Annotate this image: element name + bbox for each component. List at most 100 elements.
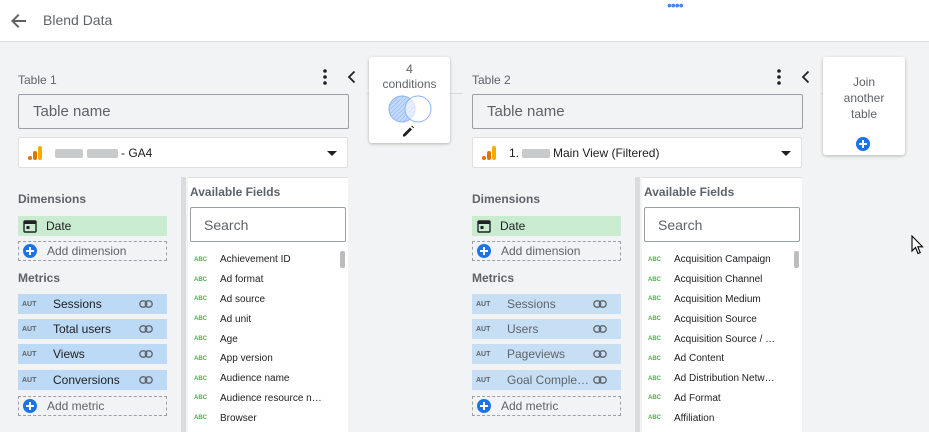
text-type-badge: ABC <box>648 415 661 422</box>
connector-line <box>450 93 463 94</box>
field-label: Acquisition Source / … <box>674 333 776 345</box>
add-dimension-label: Add dimension <box>47 244 127 258</box>
chevron-left-icon[interactable] <box>797 68 815 86</box>
available-fields-panel: Available Fields ABC Acquisition Campaign… <box>642 177 802 432</box>
field-item[interactable]: ABC Age <box>188 329 338 349</box>
scrollbar-thumb[interactable] <box>794 251 799 268</box>
link-icon <box>139 300 153 308</box>
field-label: Acquisition Medium <box>674 293 761 305</box>
field-item[interactable]: ABC App version <box>188 349 338 369</box>
field-label: Ad source <box>220 293 266 305</box>
add-metric-button[interactable]: Add metric <box>18 396 167 416</box>
fields-search-input[interactable] <box>190 207 346 242</box>
join-label-line: another <box>843 91 885 105</box>
field-item[interactable]: ABC Ad source <box>188 290 338 310</box>
text-type-badge: ABC <box>194 355 207 362</box>
metric-label: Total users <box>53 322 112 336</box>
aggregation-badge: AUT <box>22 350 37 358</box>
field-item[interactable]: ABC Ad Format <box>642 389 792 409</box>
google-analytics-icon <box>482 146 496 160</box>
field-item[interactable]: ABC Affiliation <box>642 408 792 428</box>
table-2-panel: Table 2 1. Main View (Filtered) Dimensio… <box>472 57 821 432</box>
more-vert-icon[interactable] <box>773 68 785 86</box>
add-metric-label: Add metric <box>47 399 105 413</box>
scrollbar-thumb[interactable] <box>340 251 345 268</box>
table-1-name-input[interactable] <box>18 94 349 129</box>
add-metric-button[interactable]: Add metric <box>472 396 621 416</box>
field-label: Age <box>220 333 238 345</box>
metric-chip[interactable]: AUT Pageviews <box>472 344 621 364</box>
field-item[interactable]: ABC Ad Content <box>642 349 792 369</box>
mouse-cursor-icon <box>911 235 924 255</box>
panel-resize-handle[interactable] <box>635 177 640 432</box>
field-item[interactable]: ABC Ad format <box>188 270 338 290</box>
metric-label: Sessions <box>53 297 102 311</box>
text-type-badge: ABC <box>194 296 207 303</box>
scrollbar-track[interactable] <box>340 250 345 432</box>
table-1-data-source-select[interactable]: - GA4 <box>18 137 348 168</box>
redacted-source-name <box>522 149 550 158</box>
more-vert-icon[interactable] <box>319 68 331 86</box>
field-label: App version <box>220 353 273 365</box>
text-type-badge: ABC <box>648 316 661 323</box>
field-label: Browser <box>220 412 257 424</box>
metric-chip[interactable]: AUT Users <box>472 319 621 339</box>
metric-chip[interactable]: AUT Conversions <box>18 370 167 390</box>
field-label: Ad unit <box>220 313 252 325</box>
google-analytics-icon <box>28 146 42 160</box>
field-item[interactable]: ABC Acquisition Source <box>642 309 792 329</box>
field-item[interactable]: ABC Acquisition Campaign <box>642 250 792 270</box>
calendar-icon <box>23 220 37 233</box>
text-type-badge: ABC <box>648 336 661 343</box>
dimension-label: Date <box>46 219 72 233</box>
scrollbar-track[interactable] <box>794 250 799 432</box>
drag-handle-icon[interactable]: •••• <box>667 0 684 12</box>
join-conditions-button[interactable]: 4 conditions <box>369 57 450 143</box>
aggregation-badge: AUT <box>476 300 491 308</box>
field-label: Ad Content <box>674 353 725 365</box>
link-icon <box>593 376 607 384</box>
link-icon <box>139 325 153 333</box>
chevron-left-icon[interactable] <box>343 68 361 86</box>
field-item[interactable]: ABC Audience name <box>188 369 338 389</box>
text-type-badge: ABC <box>194 316 207 323</box>
dimension-chip-date[interactable]: Date <box>18 216 167 236</box>
dropdown-arrow-icon <box>327 151 337 156</box>
available-fields-title: Available Fields <box>190 185 281 199</box>
add-dimension-button[interactable]: Add dimension <box>472 241 621 261</box>
metric-chip[interactable]: AUT Sessions <box>472 294 621 314</box>
dropdown-arrow-icon <box>781 151 791 156</box>
field-item[interactable]: ABC Acquisition Channel <box>642 270 792 290</box>
field-item[interactable]: ABC Achievement ID <box>188 250 338 270</box>
field-item[interactable]: ABC Audience resource n… <box>188 389 338 409</box>
available-fields-panel: Available Fields ABC Achievement ID ABC Ad… <box>188 177 348 432</box>
table-2-data-source-select[interactable]: 1. Main View (Filtered) <box>472 137 802 168</box>
field-label: Audience resource n… <box>220 392 322 404</box>
text-type-badge: ABC <box>194 415 207 422</box>
join-label-line: table <box>850 107 878 121</box>
add-circle-icon <box>477 244 491 258</box>
metric-chip[interactable]: AUT Views <box>18 344 167 364</box>
join-label-line: Join <box>852 75 875 89</box>
dimension-chip-date[interactable]: Date <box>472 216 621 236</box>
metric-chip[interactable]: AUT Total users <box>18 319 167 339</box>
metric-chip[interactable]: AUT Goal Comple… <box>472 370 621 390</box>
text-type-badge: ABC <box>194 256 207 263</box>
join-another-table-button[interactable]: Join another table <box>823 57 905 155</box>
metric-chip[interactable]: AUT Sessions <box>18 294 167 314</box>
metric-label: Goal Comple… <box>507 373 590 387</box>
table-2-name-input[interactable] <box>472 94 803 129</box>
field-label: Achievement ID <box>220 254 291 266</box>
field-item[interactable]: ABC Acquisition Source / … <box>642 329 792 349</box>
field-item[interactable]: ABC Browser <box>188 408 338 428</box>
back-arrow-icon[interactable] <box>6 8 32 34</box>
field-item[interactable]: ABC Acquisition Medium <box>642 290 792 310</box>
add-dimension-label: Add dimension <box>501 244 581 258</box>
field-item[interactable]: ABC Ad Distribution Netw… <box>642 369 792 389</box>
aggregation-badge: AUT <box>476 350 491 358</box>
fields-search-input[interactable] <box>644 207 800 242</box>
field-item[interactable]: ABC Ad unit <box>188 309 338 329</box>
join-conditions-text: 4 conditions <box>369 62 450 92</box>
panel-resize-handle[interactable] <box>181 177 186 432</box>
add-dimension-button[interactable]: Add dimension <box>18 241 167 261</box>
